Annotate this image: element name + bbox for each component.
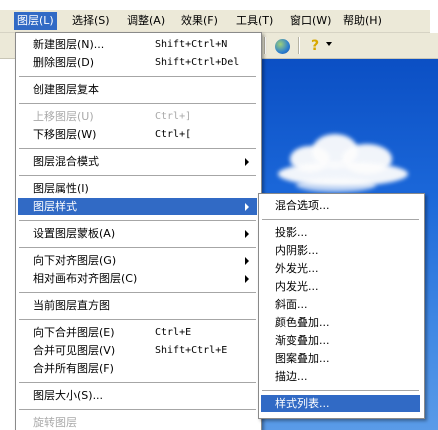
menu-item-move-layer-up: 上移图层(U) Ctrl+]	[18, 108, 257, 125]
submenu-arrow-icon	[245, 257, 249, 265]
menu-item-shortcut: Ctrl+[	[155, 129, 192, 140]
menu-item-label: 当前图层直方图	[33, 299, 110, 312]
menu-item-shortcut: Ctrl+]	[155, 111, 192, 122]
submenu-item-stroke[interactable]: 描边...	[261, 368, 420, 385]
menu-item-label: 图层混合模式	[33, 155, 99, 168]
menu-separator	[262, 219, 419, 220]
submenu-arrow-icon	[245, 275, 249, 283]
menu-item-label: 创建图层复本	[33, 83, 99, 96]
menu-item-label: 设置图层蒙板(A)	[33, 227, 116, 240]
menu-item-merge-visible[interactable]: 合并可见图层(V) Shift+Ctrl+E	[18, 342, 257, 359]
menu-item-layer-histogram[interactable]: 当前图层直方图	[18, 297, 257, 314]
submenu-item-color-overlay[interactable]: 颜色叠加...	[261, 314, 420, 331]
menu-separator	[19, 319, 256, 320]
menu-item-layer-size[interactable]: 图层大小(S)...	[18, 387, 257, 404]
layer-style-submenu: 混合选项... 投影... 内阴影... 外发光... 内发光... 斜面...…	[258, 193, 425, 419]
submenu-item-inner-shadow[interactable]: 内阴影...	[261, 242, 420, 259]
submenu-item-label: 斜面...	[275, 298, 308, 311]
menu-item-label: 上移图层(U)	[33, 110, 94, 123]
globe-icon[interactable]	[275, 39, 290, 54]
menu-layer[interactable]: 图层(L)	[14, 12, 57, 30]
submenu-item-label: 图案叠加...	[275, 352, 330, 365]
submenu-item-gradient-overlay[interactable]: 渐变叠加...	[261, 332, 420, 349]
menu-item-shortcut: Shift+Ctrl+N	[155, 39, 228, 50]
menu-item-layer-properties[interactable]: 图层属性(I)	[18, 180, 257, 197]
submenu-item-label: 颜色叠加...	[275, 316, 330, 329]
menu-item-delete-layer[interactable]: 删除图层(D) Shift+Ctrl+Del	[18, 54, 257, 71]
menu-item-merge-down[interactable]: 向下合并图层(E) Ctrl+E	[18, 324, 257, 341]
menu-item-label: 合并可见图层(V)	[33, 344, 116, 357]
menu-separator	[19, 409, 256, 410]
menu-item-label: 图层大小(S)...	[33, 389, 104, 402]
menu-item-align-layer-down[interactable]: 向下对齐图层(G)	[18, 252, 257, 269]
submenu-item-label: 描边...	[275, 370, 308, 383]
submenu-arrow-icon	[245, 158, 249, 166]
menu-item-label: 图层样式	[33, 200, 77, 213]
menu-item-merge-all[interactable]: 合并所有图层(F)	[18, 360, 257, 377]
menu-item-label: 向下合并图层(E)	[33, 326, 115, 339]
menu-select[interactable]: 选择(S)	[69, 12, 113, 30]
menu-item-shortcut: Shift+Ctrl+E	[155, 345, 228, 356]
menu-item-label: 合并所有图层(F)	[33, 362, 114, 375]
menu-item-new-layer[interactable]: 新建图层(N)... Shift+Ctrl+N	[18, 36, 257, 53]
submenu-item-label: 内阴影...	[275, 244, 319, 257]
menu-separator	[19, 292, 256, 293]
menu-help[interactable]: 帮助(H)	[340, 12, 385, 30]
submenu-item-label: 内发光...	[275, 280, 319, 293]
submenu-item-label: 投影...	[275, 226, 308, 239]
submenu-item-outer-glow[interactable]: 外发光...	[261, 260, 420, 277]
menu-item-layer-style[interactable]: 图层样式	[18, 198, 257, 215]
menu-item-label: 删除图层(D)	[33, 56, 95, 69]
toolbar-separator	[264, 37, 266, 54]
menu-separator	[19, 76, 256, 77]
menu-item-label: 新建图层(N)...	[33, 38, 105, 51]
menu-item-rotate-layer[interactable]: 旋转图层	[18, 414, 257, 430]
layer-dropdown-menu: 新建图层(N)... Shift+Ctrl+N 删除图层(D) Shift+Ct…	[15, 32, 262, 430]
menu-separator	[19, 103, 256, 104]
menu-item-shortcut: Ctrl+E	[155, 327, 192, 338]
submenu-item-drop-shadow[interactable]: 投影...	[261, 224, 420, 241]
submenu-item-label: 渐变叠加...	[275, 334, 330, 347]
menu-separator	[19, 148, 256, 149]
submenu-item-style-list[interactable]: 样式列表...	[261, 395, 420, 412]
menu-item-label: 图层属性(I)	[33, 182, 89, 195]
menu-effects[interactable]: 效果(F)	[178, 12, 221, 30]
submenu-item-blending-options[interactable]: 混合选项...	[261, 197, 420, 214]
submenu-arrow-icon	[245, 203, 249, 211]
menu-tools[interactable]: 工具(T)	[233, 12, 276, 30]
menu-item-move-layer-down[interactable]: 下移图层(W) Ctrl+[	[18, 126, 257, 143]
menu-item-duplicate-layer[interactable]: 创建图层复本	[18, 81, 257, 98]
menu-item-align-to-canvas[interactable]: 相对画布对齐图层(C)	[18, 270, 257, 287]
menu-bar: 图层(L) 选择(S) 调整(A) 效果(F) 工具(T) 窗口(W) 帮助(H…	[0, 10, 430, 33]
menu-item-shortcut: Shift+Ctrl+Del	[155, 57, 240, 68]
menu-item-blend-mode[interactable]: 图层混合模式	[18, 153, 257, 170]
submenu-item-label: 样式列表...	[275, 397, 330, 410]
menu-item-label: 相对画布对齐图层(C)	[33, 272, 138, 285]
submenu-item-bevel[interactable]: 斜面...	[261, 296, 420, 313]
menu-item-layer-mask[interactable]: 设置图层蒙板(A)	[18, 225, 257, 242]
submenu-arrow-icon	[245, 230, 249, 238]
submenu-item-pattern-overlay[interactable]: 图案叠加...	[261, 350, 420, 367]
lightbulb-help-icon[interactable]: ?	[306, 37, 324, 55]
menu-adjust[interactable]: 调整(A)	[124, 12, 168, 30]
menu-separator	[19, 247, 256, 248]
menu-item-label: 下移图层(W)	[33, 128, 97, 141]
app-window: 图层(L) 选择(S) 调整(A) 效果(F) 工具(T) 窗口(W) 帮助(H…	[0, 0, 438, 430]
menu-separator	[19, 220, 256, 221]
menu-separator	[19, 382, 256, 383]
chevron-down-icon[interactable]	[326, 42, 332, 46]
toolbar-separator	[298, 37, 300, 54]
menu-item-label: 旋转图层	[33, 416, 77, 429]
menu-separator	[262, 390, 419, 391]
menu-window[interactable]: 窗口(W)	[287, 12, 334, 30]
menu-separator	[19, 175, 256, 176]
menu-item-label: 向下对齐图层(G)	[33, 254, 117, 267]
submenu-item-label: 混合选项...	[275, 199, 330, 212]
submenu-item-label: 外发光...	[275, 262, 319, 275]
submenu-item-inner-glow[interactable]: 内发光...	[261, 278, 420, 295]
cloud-shape	[296, 178, 376, 192]
